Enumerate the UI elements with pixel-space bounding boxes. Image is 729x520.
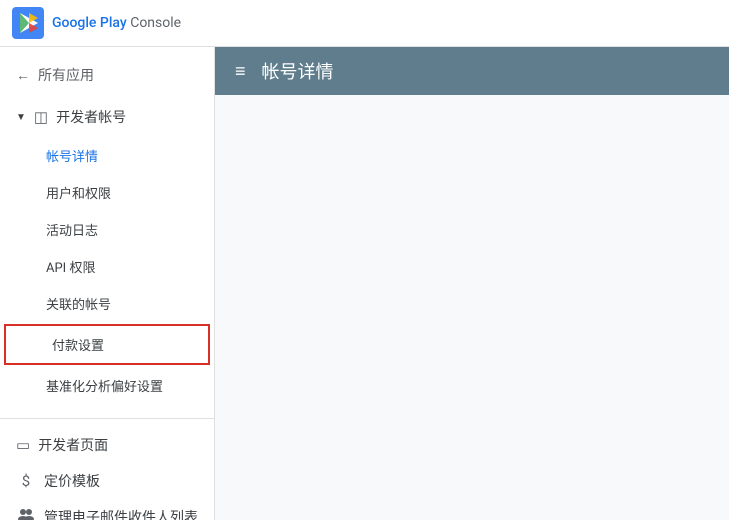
sidebar-item-payment-settings[interactable]: 付款设置 <box>4 324 210 365</box>
developer-section-header[interactable]: ▼ ◫ 开发者帐号 <box>0 99 214 135</box>
sidebar-item-pricing-templates[interactable]: $ 定价模板 <box>0 463 214 499</box>
back-label: 所有应用 <box>38 65 94 85</box>
developer-section: ▼ ◫ 开发者帐号 帐号详情 用户和权限 活动日志 API 权限 <box>0 95 214 410</box>
sidebar-divider-1 <box>0 418 214 419</box>
developer-subitems: 帐号详情 用户和权限 活动日志 API 权限 关联的帐号 付款设置 <box>0 135 214 406</box>
content-body <box>215 95 729 520</box>
sidebar-item-users-permissions[interactable]: 用户和权限 <box>0 174 214 211</box>
main-layout: ← 所有应用 ▼ ◫ 开发者帐号 帐号详情 用户和权限 活动日志 <box>0 47 729 520</box>
people-icon <box>16 508 36 520</box>
email-list-label: 管理电子邮件收件人列表 <box>44 507 198 520</box>
developer-section-icon: ◫ <box>34 108 48 126</box>
dollar-icon: $ <box>16 472 36 490</box>
logo-area: Google Play Console <box>12 7 181 39</box>
developer-page-icon: ▭ <box>16 436 30 454</box>
play-logo-icon <box>12 7 44 39</box>
sidebar-item-developer-page[interactable]: ▭ 开发者页面 <box>0 427 214 463</box>
back-to-all-apps[interactable]: ← 所有应用 <box>0 55 214 95</box>
sidebar-item-activity-log[interactable]: 活动日志 <box>0 211 214 248</box>
expand-arrow-icon: ▼ <box>16 112 26 123</box>
content-header: ≡ 帐号详情 <box>215 47 729 95</box>
sidebar: ← 所有应用 ▼ ◫ 开发者帐号 帐号详情 用户和权限 活动日志 <box>0 47 215 520</box>
pricing-templates-label: 定价模板 <box>44 471 100 491</box>
sidebar-item-linked-accounts[interactable]: 关联的帐号 <box>0 285 214 322</box>
developer-page-label: 开发者页面 <box>38 435 108 455</box>
developer-section-label: 开发者帐号 <box>56 107 126 127</box>
sidebar-item-api-access[interactable]: API 权限 <box>0 248 214 285</box>
content-page-title: 帐号详情 <box>262 58 334 84</box>
app-header: Google Play Console <box>0 0 729 47</box>
sidebar-item-analytics-prefs[interactable]: 基准化分析偏好设置 <box>0 367 214 404</box>
back-arrow-icon: ← <box>16 67 30 84</box>
sidebar-item-account-details[interactable]: 帐号详情 <box>0 137 214 174</box>
content-area: ≡ 帐号详情 <box>215 47 729 520</box>
hamburger-icon[interactable]: ≡ <box>235 61 246 82</box>
header-title: Google Play Console <box>52 15 181 31</box>
sidebar-item-email-list[interactable]: 管理电子邮件收件人列表 <box>0 499 214 520</box>
